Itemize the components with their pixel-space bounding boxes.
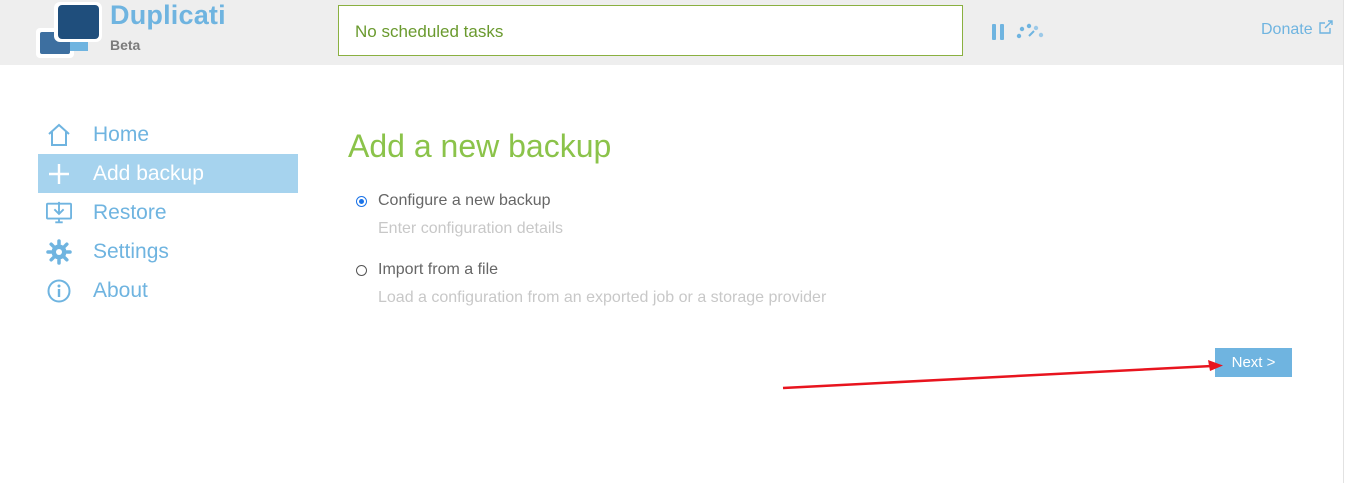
sidebar-item-label: Settings (93, 239, 169, 263)
option-label[interactable]: Configure a new backup (378, 192, 551, 210)
sidebar-item-about[interactable]: About (38, 271, 298, 310)
info-icon (46, 278, 72, 304)
sidebar-nav: Home Add backup Restore Settings About (38, 115, 298, 310)
brand-subtitle: Beta (110, 37, 141, 53)
configure-new-radio[interactable] (356, 196, 367, 207)
option-description: Enter configuration details (378, 220, 563, 237)
sidebar-item-label: Add backup (93, 161, 204, 185)
throttle-icon[interactable] (1016, 22, 1044, 40)
page-title: Add a new backup (348, 128, 612, 164)
external-link-icon (1318, 20, 1333, 39)
donate-label: Donate (1261, 20, 1313, 38)
sidebar-item-settings[interactable]: Settings (38, 232, 298, 271)
option-label[interactable]: Import from a file (378, 261, 498, 279)
sidebar-item-label: Restore (93, 200, 167, 224)
home-icon (46, 122, 72, 148)
gear-icon (46, 238, 72, 265)
restore-icon (46, 200, 72, 226)
plus-icon (46, 161, 72, 187)
next-button[interactable]: Next > (1215, 348, 1292, 377)
donate-link[interactable]: Donate (1261, 20, 1333, 39)
option-description: Load a configuration from an exported jo… (378, 289, 827, 306)
pause-icon[interactable] (992, 24, 1004, 40)
import-file-radio[interactable] (356, 265, 367, 276)
vertical-scrollbar[interactable] (1343, 0, 1353, 483)
top-bar: Duplicati Beta No scheduled tasks Donate (0, 0, 1344, 65)
sidebar-item-restore[interactable]: Restore (38, 193, 298, 232)
brand-name: Duplicati (110, 0, 226, 30)
sidebar-item-label: About (93, 278, 148, 302)
sidebar-item-label: Home (93, 122, 150, 146)
duplicati-logo[interactable] (36, 2, 106, 60)
status-text: No scheduled tasks (355, 22, 504, 41)
status-box: No scheduled tasks (338, 5, 963, 56)
sidebar-item-add-backup[interactable]: Add backup (38, 154, 298, 193)
sidebar-item-home[interactable]: Home (38, 115, 298, 154)
